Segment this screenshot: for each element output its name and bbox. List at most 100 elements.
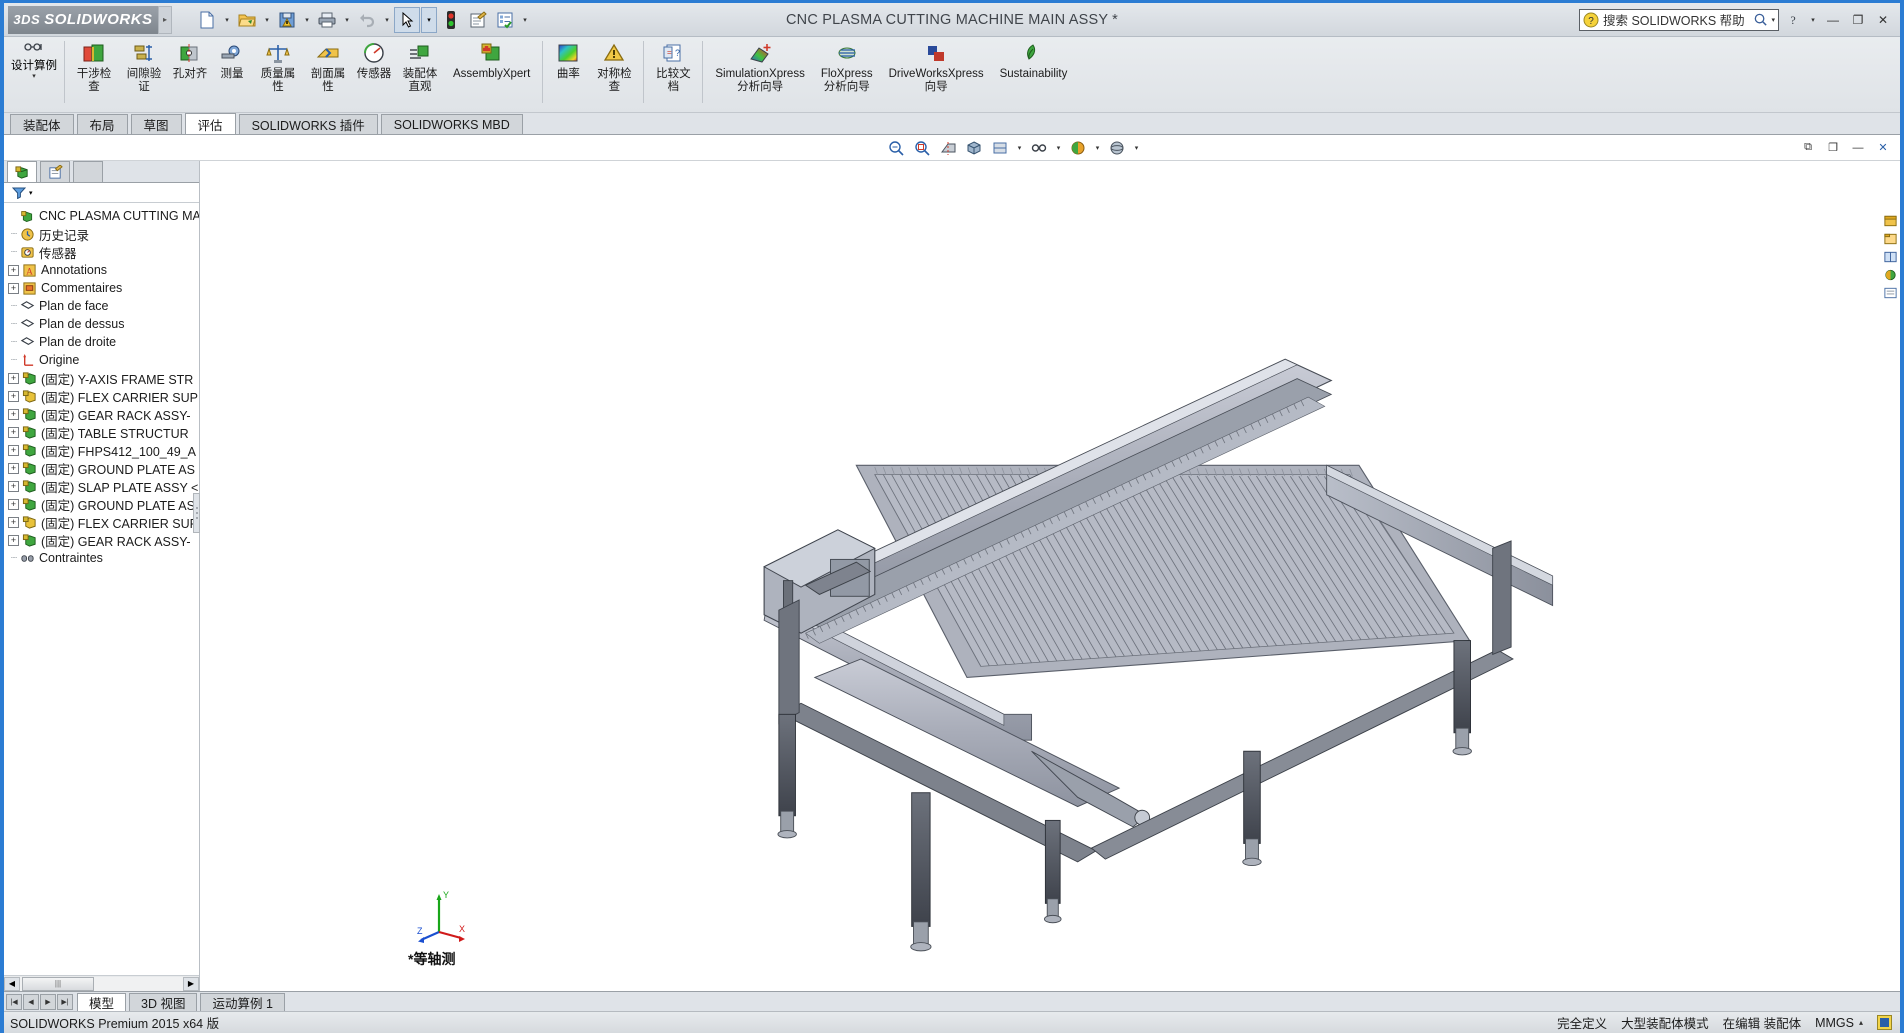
file-explorer-button[interactable] xyxy=(1881,231,1899,247)
feature-manager-tree-tab[interactable] xyxy=(7,161,37,182)
tree-item[interactable]: +Commentaires xyxy=(4,279,199,297)
search-help-box[interactable]: ? 搜索 SOLIDWORKS 帮助 ▾ xyxy=(1579,9,1779,31)
sensor-button[interactable]: 传感器 xyxy=(353,37,395,81)
tree-item[interactable]: +(固定) GROUND PLATE AS xyxy=(4,459,199,477)
hscroll-track[interactable]: ||| xyxy=(20,977,183,991)
section-properties-button[interactable]: 剖面属性 xyxy=(303,37,353,94)
nav-first-button[interactable]: |◀ xyxy=(6,994,22,1010)
rebuild-button[interactable] xyxy=(438,7,464,33)
new-document-button[interactable] xyxy=(194,7,220,33)
menu-expand-arrow[interactable]: ▸ xyxy=(158,6,172,34)
tree-expand-toggle[interactable]: + xyxy=(8,463,19,474)
maximize-button[interactable]: ❐ xyxy=(1847,10,1869,30)
doc-tab-3d-views[interactable]: 3D 视图 xyxy=(129,993,197,1011)
print-document-button[interactable] xyxy=(314,7,340,33)
status-units-caret[interactable]: ▴ xyxy=(1859,1018,1863,1027)
tree-item[interactable]: +(固定) GEAR RACK ASSY- xyxy=(4,405,199,423)
tree-expand-toggle[interactable]: + xyxy=(8,499,19,510)
tree-item[interactable]: ┈Plan de face xyxy=(4,297,199,315)
tree-expand-toggle[interactable]: + xyxy=(8,265,19,276)
zoom-to-fit-button[interactable] xyxy=(884,137,908,159)
configuration-manager-tab[interactable] xyxy=(73,161,103,182)
tree-item[interactable]: +(固定) Y-AXIS FRAME STR xyxy=(4,369,199,387)
doc-tab-model[interactable]: 模型 xyxy=(77,993,126,1011)
tree-expand-toggle[interactable]: + xyxy=(8,283,19,294)
graphics-area[interactable]: *等轴测 Y Z X xyxy=(200,161,1900,991)
tree-expand-toggle[interactable]: + xyxy=(8,481,19,492)
hscroll-right-arrow[interactable]: ▶ xyxy=(183,977,199,991)
close-button[interactable]: ✕ xyxy=(1872,10,1894,30)
section-view-button[interactable] xyxy=(936,137,960,159)
tree-item[interactable]: +(固定) FHPS412_100_49_A xyxy=(4,441,199,459)
design-study-button[interactable]: 设计算例 ▾ xyxy=(8,37,60,80)
status-units[interactable]: MMGS ▴ xyxy=(1815,1016,1863,1030)
custom-properties-button[interactable] xyxy=(1881,285,1899,301)
options-dropdown[interactable]: ▾ xyxy=(519,7,531,33)
minimize-button[interactable]: — xyxy=(1822,10,1844,30)
tab-sketch[interactable]: 草图 xyxy=(131,114,182,134)
nav-prev-button[interactable]: ◀ xyxy=(23,994,39,1010)
apply-scene-button[interactable] xyxy=(1066,137,1090,159)
zoom-to-area-button[interactable] xyxy=(910,137,934,159)
tab-layout[interactable]: 布局 xyxy=(77,114,128,134)
tree-item[interactable]: ┈Plan de dessus xyxy=(4,315,199,333)
tree-item[interactable]: +(固定) FLEX CARRIER SUP xyxy=(4,387,199,405)
tab-solidworks-addins[interactable]: SOLIDWORKS 插件 xyxy=(239,114,378,134)
search-dropdown-caret[interactable]: ▾ xyxy=(1771,16,1775,24)
appearances-button[interactable] xyxy=(1881,267,1899,283)
hide-show-items-button[interactable] xyxy=(1027,137,1051,159)
feature-tree-hscrollbar[interactable]: ◀ ||| ▶ xyxy=(4,975,199,991)
save-document-dropdown[interactable]: ▾ xyxy=(301,7,313,33)
save-document-button[interactable] xyxy=(274,7,300,33)
view-palette-button[interactable] xyxy=(1881,249,1899,265)
flo-xpress-button[interactable]: FloXpress 分析向导 xyxy=(813,37,881,94)
tree-expand-toggle[interactable]: + xyxy=(8,445,19,456)
help-dropdown[interactable]: ▾ xyxy=(1807,10,1819,30)
doc-tab-motion-study[interactable]: 运动算例 1 xyxy=(200,993,284,1011)
hscroll-left-arrow[interactable]: ◀ xyxy=(4,977,20,991)
design-study-caret[interactable]: ▾ xyxy=(32,72,36,80)
new-document-dropdown[interactable]: ▾ xyxy=(221,7,233,33)
curvature-button[interactable]: 曲率 xyxy=(547,37,589,81)
tab-solidworks-mbd[interactable]: SOLIDWORKS MBD xyxy=(381,114,523,134)
clearance-verification-button[interactable]: 间隙验证 xyxy=(119,37,169,94)
tree-item[interactable]: ┈历史记录 xyxy=(4,225,199,243)
options-button[interactable] xyxy=(492,7,518,33)
close-doc-window-button[interactable]: ✕ xyxy=(1872,138,1894,158)
print-document-dropdown[interactable]: ▾ xyxy=(341,7,353,33)
tab-assembly[interactable]: 装配体 xyxy=(10,114,74,134)
assembly-visualization-button[interactable]: 装配体直观 xyxy=(395,37,445,94)
open-document-button[interactable] xyxy=(234,7,260,33)
tree-expand-toggle[interactable]: + xyxy=(8,391,19,402)
hscroll-thumb[interactable]: ||| xyxy=(22,977,94,991)
property-manager-tab[interactable] xyxy=(40,161,70,182)
feature-tree-filter[interactable]: ▾ xyxy=(4,183,199,203)
compare-documents-button[interactable]: = ? 比较文档 xyxy=(648,37,698,94)
measure-button[interactable]: 测量 xyxy=(211,37,253,81)
undo-button[interactable] xyxy=(354,7,380,33)
view-orientation-button[interactable] xyxy=(962,137,986,159)
tree-item[interactable]: ┈Plan de droite xyxy=(4,333,199,351)
view-settings-button[interactable] xyxy=(1105,137,1129,159)
tree-item[interactable]: +(固定) GEAR RACK ASSY- xyxy=(4,531,199,549)
tree-expand-toggle[interactable]: + xyxy=(8,427,19,438)
driveworks-xpress-button[interactable]: DriveWorksXpress 向导 xyxy=(881,37,992,94)
hide-show-dropdown[interactable]: ▾ xyxy=(1053,137,1064,159)
tree-item[interactable]: ┈传感器 xyxy=(4,243,199,261)
tree-expand-toggle[interactable]: + xyxy=(8,517,19,528)
hole-alignment-button[interactable]: 孔对齐 xyxy=(169,37,211,81)
sustainability-button[interactable]: Sustainability xyxy=(992,37,1076,81)
nav-last-button[interactable]: ▶| xyxy=(57,994,73,1010)
tab-evaluate[interactable]: 评估 xyxy=(185,113,236,134)
assembly-xpert-button[interactable]: AssemblyXpert xyxy=(445,37,538,81)
design-library-button[interactable] xyxy=(1881,213,1899,229)
tree-expand-toggle[interactable]: + xyxy=(8,409,19,420)
open-document-dropdown[interactable]: ▾ xyxy=(261,7,273,33)
apply-scene-dropdown[interactable]: ▾ xyxy=(1092,137,1103,159)
display-style-button[interactable] xyxy=(988,137,1012,159)
search-icon[interactable] xyxy=(1753,12,1768,27)
select-tool-button[interactable] xyxy=(394,7,420,33)
display-style-dropdown[interactable]: ▾ xyxy=(1014,137,1025,159)
tree-item[interactable]: +(固定) GROUND PLATE AS xyxy=(4,495,199,513)
panel-splitter-handle[interactable] xyxy=(193,493,200,533)
